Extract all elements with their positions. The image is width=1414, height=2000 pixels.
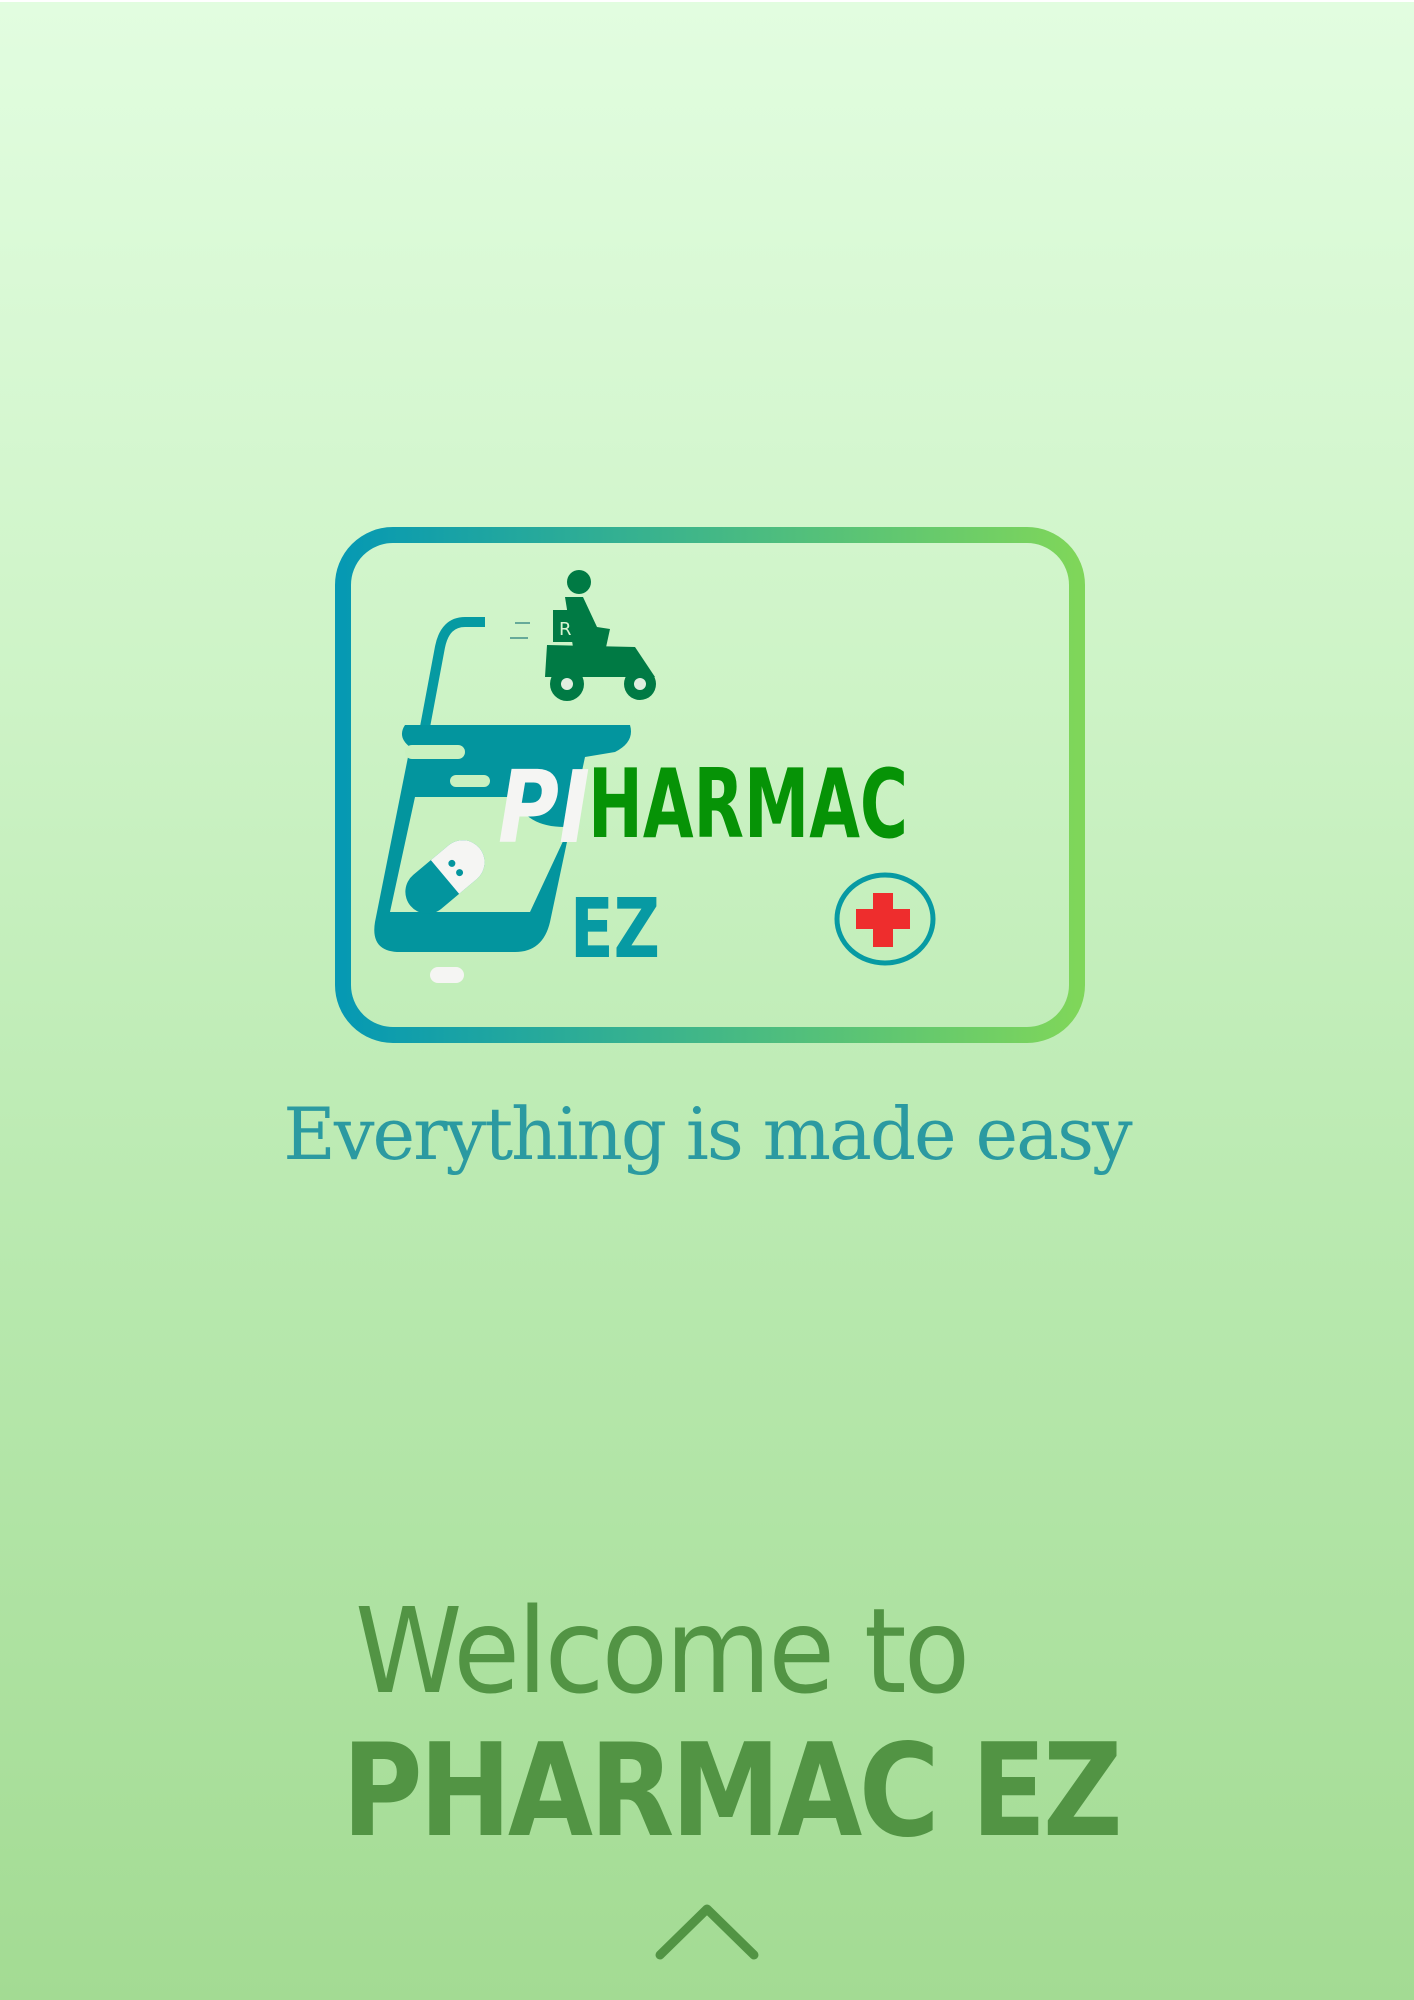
app-logo: Rx PI HARMAC EZ [335,527,1085,1043]
tagline: Everything is made easy [283,1092,1132,1176]
svg-text:PI: PI [498,749,590,866]
brand-heading: PHARMAC EZ [342,1717,1123,1866]
welcome-heading: Welcome to [355,1582,970,1720]
chevron-up-icon[interactable] [650,1897,765,1963]
delivery-scooter-icon: Rx [510,570,656,701]
medical-cross-icon [834,872,936,966]
logo-text-pharmac: HARMAC [588,750,908,860]
logo-text-ez: EZ [570,882,660,977]
